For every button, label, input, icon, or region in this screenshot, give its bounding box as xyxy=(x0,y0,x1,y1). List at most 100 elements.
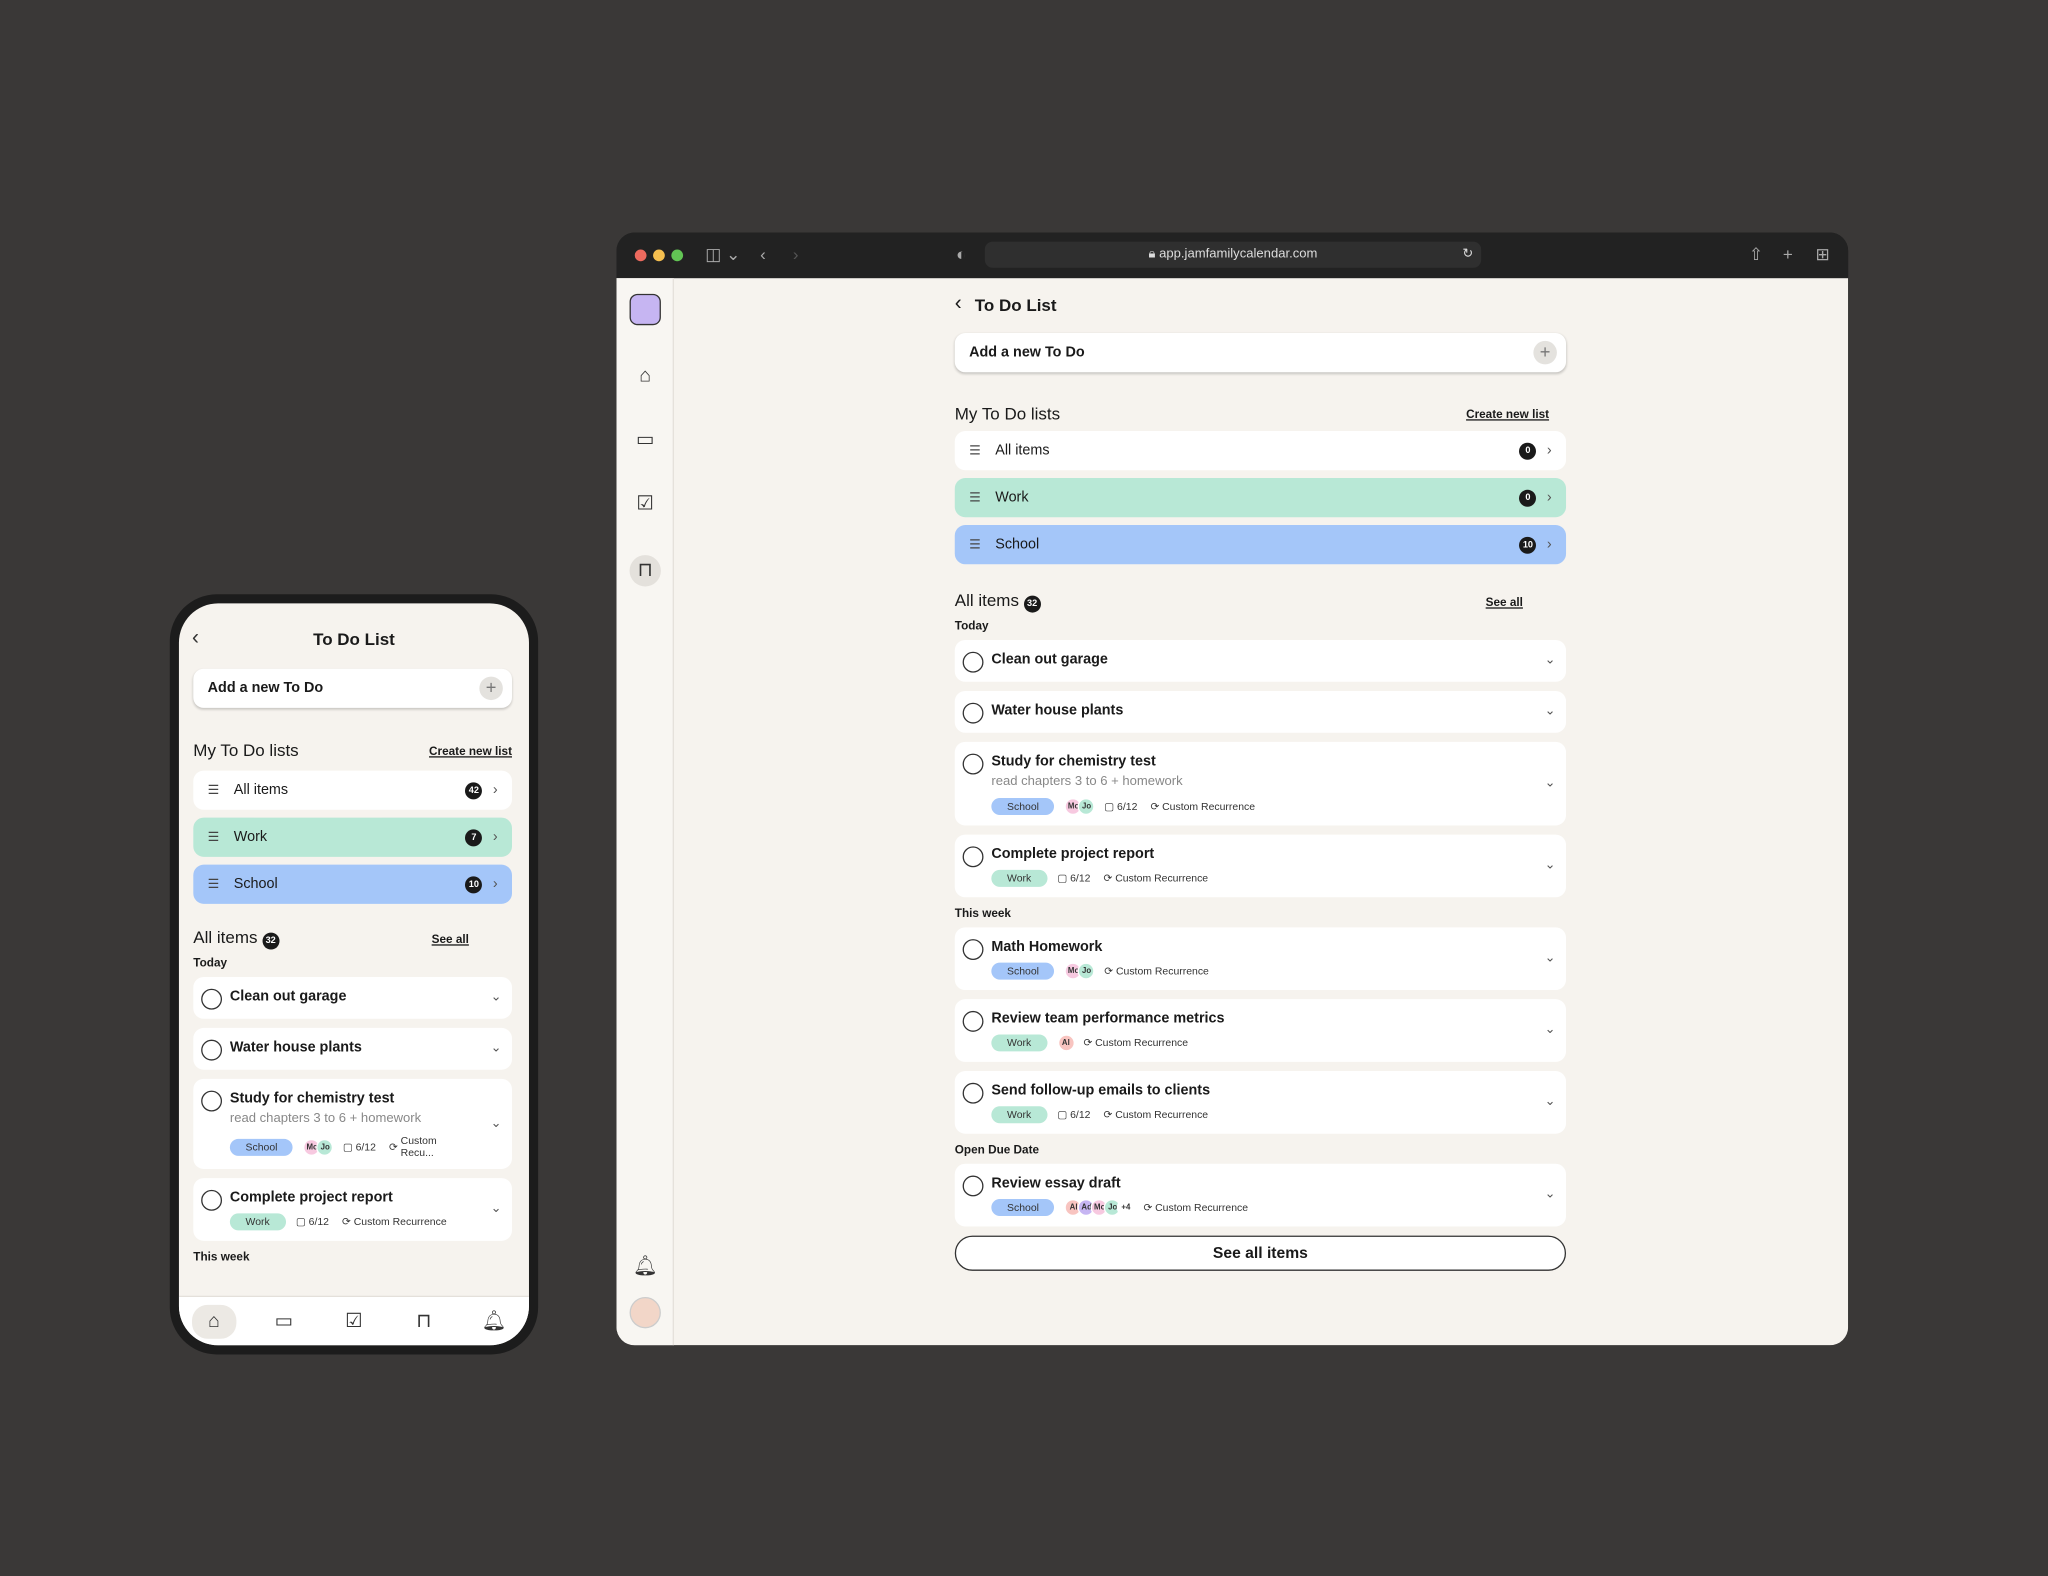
list-work[interactable]: ☰ Work 0 › xyxy=(954,478,1567,518)
plus-icon[interactable]: + xyxy=(479,676,503,701)
chevron-right-icon: › xyxy=(1546,489,1552,506)
todo-item[interactable]: Study for chemistry test read chapters 3 … xyxy=(954,741,1567,826)
list-all-items[interactable]: ☰ All items 0 › xyxy=(954,431,1567,471)
checkbox[interactable] xyxy=(962,1082,984,1104)
checkbox[interactable] xyxy=(201,1090,223,1112)
checkbox[interactable] xyxy=(962,702,984,724)
see-all-items-button[interactable]: See all items xyxy=(954,1235,1567,1271)
chevron-down-icon[interactable]: ⌄ xyxy=(1545,1095,1556,1109)
back-icon[interactable]: ‹ xyxy=(760,244,766,264)
bag-icon[interactable]: ⊓ xyxy=(629,555,661,587)
chevron-down-icon[interactable]: ⌄ xyxy=(1545,1187,1556,1201)
create-list-link[interactable]: Create new list xyxy=(1466,407,1549,420)
list-school[interactable]: ☰ School 10 › xyxy=(193,864,512,904)
chevron-down-icon[interactable]: ⌄ xyxy=(1545,653,1556,667)
todo-item[interactable]: Complete project report Work ▢ 6/12 ⟳ Cust… xyxy=(193,1178,512,1241)
count-badge: 7 xyxy=(465,828,483,846)
list-name: School xyxy=(995,536,1040,553)
phone-screen: ‹ To Do List Add a new To Do + My To Do l… xyxy=(178,603,529,1346)
count-badge: 10 xyxy=(1519,536,1537,554)
close-dot[interactable] xyxy=(634,249,647,262)
chevron-down-icon[interactable]: ⌄ xyxy=(1545,858,1556,872)
list-name: Work xyxy=(233,829,268,846)
list-name: All items xyxy=(995,442,1050,459)
sidebar-toggle-icon[interactable]: ◫ ⌄ xyxy=(705,244,740,265)
home-icon[interactable]: ⌂ xyxy=(632,363,658,389)
share-icon[interactable]: ⇧ xyxy=(1749,244,1763,265)
chevron-down-icon[interactable]: ⌄ xyxy=(1545,951,1556,965)
checkbox[interactable] xyxy=(962,939,984,960)
bell-icon[interactable]: 🔔︎ xyxy=(632,1254,658,1280)
todo-item[interactable]: Clean out garage ⌄ xyxy=(954,639,1567,682)
checkbox[interactable] xyxy=(962,1010,984,1032)
address-bar[interactable]: 🔒︎ app.jamfamilycalendar.com ↻ xyxy=(984,241,1482,268)
checkbox[interactable] xyxy=(201,1189,223,1211)
todo-item[interactable]: Send follow-up emails to clients Work ▢ 6… xyxy=(954,1071,1567,1134)
list-icon: ☰ xyxy=(969,490,981,505)
calendar-icon[interactable]: ▭ xyxy=(262,1304,306,1338)
avatar[interactable] xyxy=(629,1296,661,1329)
minimize-dot[interactable] xyxy=(653,249,665,262)
item-title: Study for chemistry test xyxy=(229,1090,395,1107)
bag-icon[interactable]: ⊓ xyxy=(402,1304,446,1338)
subtask-progress: ▢ 6/12 xyxy=(1104,800,1138,813)
add-todo-input[interactable]: Add a new To Do + xyxy=(954,333,1567,373)
add-todo-label: Add a new To Do xyxy=(969,344,1085,361)
all-items-heading: All items 32 xyxy=(955,590,1051,613)
list-school[interactable]: ☰ School 10 › xyxy=(954,525,1567,565)
chevron-down-icon[interactable]: ⌄ xyxy=(1545,704,1556,718)
section-this-week: This week xyxy=(954,906,1011,920)
chevron-down-icon[interactable]: ⌄ xyxy=(491,1041,502,1055)
back-icon[interactable]: ‹ xyxy=(955,293,962,317)
item-title: Complete project report xyxy=(229,1189,393,1206)
todo-item[interactable]: Review essay draft School Al Ad Mo Jo +4 ⟳ Cus… xyxy=(954,1163,1567,1227)
item-title: Study for chemistry test xyxy=(991,753,1156,770)
chevron-down-icon[interactable]: ⌄ xyxy=(1545,776,1556,790)
tag-school: School xyxy=(991,798,1055,816)
todo-item[interactable]: Water house plants ⌄ xyxy=(193,1027,512,1070)
see-all-link[interactable]: See all xyxy=(1486,595,1523,608)
tabs-overview-icon[interactable]: ⊞ xyxy=(1816,244,1830,265)
count-badge: 10 xyxy=(465,875,483,893)
add-todo-input[interactable]: Add a new To Do + xyxy=(193,668,512,708)
app-logo-icon[interactable] xyxy=(629,293,661,326)
todo-item[interactable]: Review team performance metrics Work Al ⟳ … xyxy=(954,999,1567,1062)
checkbox[interactable] xyxy=(962,1175,984,1197)
tag-work: Work xyxy=(991,1034,1047,1052)
shield-icon[interactable]: ◐ xyxy=(956,244,966,264)
checkbox[interactable] xyxy=(201,988,223,1010)
new-tab-icon[interactable]: + xyxy=(1783,244,1793,264)
chevron-down-icon[interactable]: ⌄ xyxy=(1545,1023,1556,1037)
list-work[interactable]: ☰ Work 7 › xyxy=(193,817,512,857)
bell-icon[interactable]: 🔔︎ xyxy=(472,1304,516,1338)
checklist-icon[interactable]: ☑ xyxy=(332,1304,376,1338)
list-all-items[interactable]: ☰ All items 42 › xyxy=(193,770,512,810)
section-open-due-date: Open Due Date xyxy=(954,1142,1040,1156)
chevron-down-icon[interactable]: ⌄ xyxy=(491,1116,502,1130)
checkbox[interactable] xyxy=(962,651,984,673)
zoom-dot[interactable] xyxy=(671,249,684,262)
checkbox[interactable] xyxy=(201,1039,223,1061)
count-badge: 42 xyxy=(465,781,483,799)
create-list-link[interactable]: Create new list xyxy=(429,744,512,757)
home-icon[interactable]: ⌂ xyxy=(191,1304,237,1339)
todo-item[interactable]: Clean out garage ⌄ xyxy=(193,976,512,1019)
todo-item[interactable]: Math Homework School Mo Jo ⟳ Custom Recurre… xyxy=(954,927,1567,991)
plus-icon[interactable]: + xyxy=(1533,340,1557,365)
checklist-icon[interactable]: ☑ xyxy=(632,491,658,517)
todo-item[interactable]: Complete project report Work ▢ 6/12 ⟳ Cust… xyxy=(954,834,1567,898)
calendar-icon[interactable]: ▭ xyxy=(632,427,658,453)
subtask-progress: ▢ 6/12 xyxy=(1057,1108,1091,1121)
forward-icon[interactable]: › xyxy=(793,244,799,264)
chevron-down-icon[interactable]: ⌄ xyxy=(491,990,502,1004)
todo-item[interactable]: Study for chemistry test read chapters 3 … xyxy=(193,1078,512,1169)
see-all-link[interactable]: See all xyxy=(432,932,469,945)
subtask-progress: ▢ 6/12 xyxy=(1057,872,1091,885)
chevron-down-icon[interactable]: ⌄ xyxy=(491,1202,502,1216)
checkbox[interactable] xyxy=(962,846,984,868)
todo-item[interactable]: Water house plants ⌄ xyxy=(954,690,1567,733)
count-badge: 0 xyxy=(1519,442,1537,460)
list-name: School xyxy=(233,876,278,893)
subtask-progress: ▢ 6/12 xyxy=(295,1215,329,1228)
checkbox[interactable] xyxy=(962,753,984,775)
